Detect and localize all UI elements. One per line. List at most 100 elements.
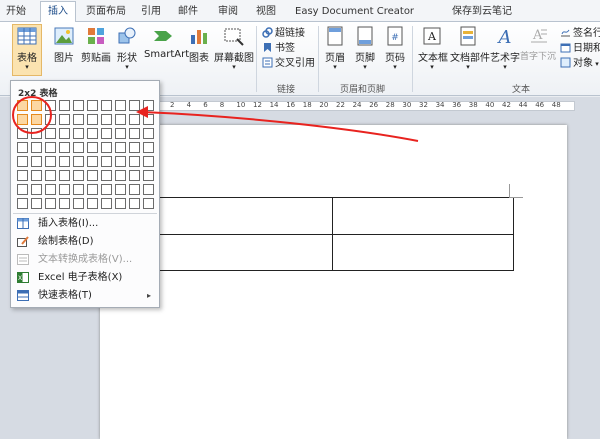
table-grid-cell[interactable] (129, 170, 140, 181)
tab-view[interactable]: 视图 (256, 2, 276, 22)
table-grid-cell[interactable] (31, 170, 42, 181)
table-grid-cell[interactable] (73, 198, 84, 209)
table-grid-cell[interactable] (143, 142, 154, 153)
table-grid-cell[interactable] (45, 114, 56, 125)
table-grid-cell[interactable] (31, 100, 42, 111)
horizontal-ruler[interactable]: 2 4 6 8 10 12 14 16 18 20 22 24 26 28 30 32 34 36 38 40 42 44… (155, 101, 575, 111)
page-number-button[interactable]: # 页码 ▾ (384, 25, 406, 71)
table-grid-cell[interactable] (73, 184, 84, 195)
table-grid-cell[interactable] (45, 100, 56, 111)
table-grid-cell[interactable] (59, 184, 70, 195)
textbox-button[interactable]: A 文本框 ▾ (418, 25, 448, 71)
table-grid-cell[interactable] (17, 128, 28, 139)
table-grid-cell[interactable] (31, 184, 42, 195)
table-grid-cell[interactable] (115, 198, 126, 209)
table-grid-cell[interactable] (129, 198, 140, 209)
shapes-button[interactable]: 形状 ▾ (116, 25, 138, 71)
tab-easy-document-creator[interactable]: Easy Document Creator (295, 2, 414, 22)
table-grid-cell[interactable] (115, 142, 126, 153)
table-grid-cell[interactable] (101, 100, 112, 111)
smartart-button[interactable]: SmartArt (144, 25, 189, 60)
signature-line-button[interactable]: 签名行 (560, 26, 600, 41)
tab-insert[interactable]: 插入 (40, 1, 76, 23)
date-time-button[interactable]: 日期和 (560, 41, 600, 56)
table-grid-cell[interactable] (17, 184, 28, 195)
table-grid-cell[interactable] (73, 170, 84, 181)
document-page[interactable] (100, 125, 567, 439)
wordart-button[interactable]: A 艺术字 ▾ (490, 25, 520, 71)
table-grid-cell[interactable] (129, 142, 140, 153)
quick-parts-button[interactable]: 文档部件 ▾ (450, 25, 490, 71)
object-button[interactable]: 对象 ▾ (560, 56, 599, 71)
table-grid-cell[interactable] (101, 156, 112, 167)
table-grid-cell[interactable] (45, 184, 56, 195)
table-grid-cell[interactable] (101, 114, 112, 125)
table-grid-cell[interactable] (59, 198, 70, 209)
table-grid-cell[interactable] (143, 128, 154, 139)
table-grid-cell[interactable] (59, 156, 70, 167)
table-grid-cell[interactable] (87, 156, 98, 167)
table-grid-cell[interactable] (115, 156, 126, 167)
table-grid-cell[interactable] (59, 128, 70, 139)
header-button[interactable]: 页眉 ▾ (324, 25, 346, 71)
table-grid-cell[interactable] (45, 128, 56, 139)
table-grid-cell[interactable] (45, 170, 56, 181)
table-grid-cell[interactable] (129, 114, 140, 125)
table-cell[interactable] (332, 233, 514, 271)
table-grid-cell[interactable] (45, 198, 56, 209)
table-grid-cell[interactable] (73, 142, 84, 153)
table-grid-cell[interactable] (17, 170, 28, 181)
table-grid-cell[interactable] (45, 156, 56, 167)
tab-review[interactable]: 审阅 (218, 2, 238, 22)
table-grid-cell[interactable] (31, 128, 42, 139)
tab-page-layout[interactable]: 页面布局 (86, 2, 126, 22)
table-grid-cell[interactable] (59, 142, 70, 153)
table-grid-cell[interactable] (129, 100, 140, 111)
table-grid-cell[interactable] (31, 114, 42, 125)
menu-item-convert-text-to-table[interactable]: 文本转换成表格(V)... (11, 251, 159, 268)
table-grid-cell[interactable] (129, 128, 140, 139)
table-size-grid[interactable] (17, 100, 154, 209)
table-grid-cell[interactable] (115, 170, 126, 181)
bookmark-button[interactable]: 书签 (262, 41, 295, 56)
tab-save-to-cloud-notes[interactable]: 保存到云笔记 (452, 2, 512, 22)
table-grid-cell[interactable] (87, 128, 98, 139)
table-cell[interactable] (332, 197, 514, 235)
table-grid-cell[interactable] (87, 198, 98, 209)
tab-home[interactable]: 开始 (6, 2, 26, 22)
document-table[interactable] (150, 197, 514, 271)
table-grid-cell[interactable] (17, 156, 28, 167)
hyperlink-button[interactable]: 超链接 (262, 26, 305, 41)
table-grid-cell[interactable] (101, 128, 112, 139)
menu-item-insert-table[interactable]: 插入表格(I)... (11, 215, 159, 232)
table-grid-cell[interactable] (73, 114, 84, 125)
table-grid-cell[interactable] (59, 114, 70, 125)
table-grid-cell[interactable] (17, 114, 28, 125)
table-grid-cell[interactable] (143, 156, 154, 167)
clipart-button[interactable]: 剪贴画 (80, 25, 112, 64)
menu-item-draw-table[interactable]: 绘制表格(D) (11, 233, 159, 250)
table-grid-cell[interactable] (115, 114, 126, 125)
table-grid-cell[interactable] (143, 184, 154, 195)
table-grid-cell[interactable] (73, 156, 84, 167)
tab-mailings[interactable]: 邮件 (178, 2, 198, 22)
table-grid-cell[interactable] (143, 198, 154, 209)
table-grid-cell[interactable] (101, 142, 112, 153)
table-grid-cell[interactable] (87, 170, 98, 181)
chart-button[interactable]: 图表 (188, 25, 210, 64)
table-grid-cell[interactable] (45, 142, 56, 153)
table-grid-cell[interactable] (73, 128, 84, 139)
tab-references[interactable]: 引用 (141, 2, 161, 22)
table-grid-cell[interactable] (143, 170, 154, 181)
table-grid-cell[interactable] (59, 170, 70, 181)
table-grid-cell[interactable] (87, 142, 98, 153)
table-grid-cell[interactable] (31, 142, 42, 153)
table-grid-cell[interactable] (59, 100, 70, 111)
table-button[interactable]: 表格 ▾ (12, 24, 42, 76)
table-grid-cell[interactable] (143, 100, 154, 111)
table-grid-cell[interactable] (115, 128, 126, 139)
table-grid-cell[interactable] (17, 100, 28, 111)
table-grid-cell[interactable] (31, 156, 42, 167)
table-grid-cell[interactable] (129, 184, 140, 195)
table-grid-cell[interactable] (73, 100, 84, 111)
